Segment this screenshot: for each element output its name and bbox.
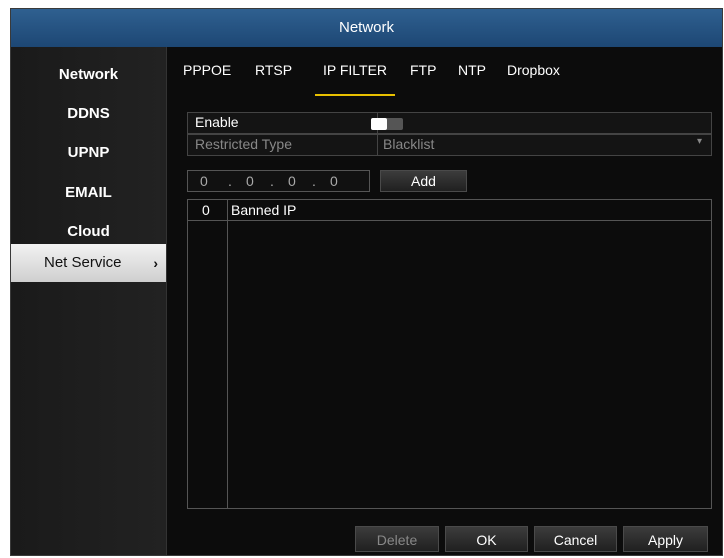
ip-octet-3[interactable]: 0: [288, 171, 296, 191]
tab-ip-filter[interactable]: IP FILTER: [315, 60, 395, 96]
restricted-type-select[interactable]: Blacklist: [383, 136, 434, 152]
tab-rtsp[interactable]: RTSP: [255, 60, 292, 94]
sidebar-item-net-service[interactable]: Net Service ›: [11, 244, 166, 282]
ip-address-input[interactable]: 0 . 0 . 0 . 0: [187, 170, 370, 192]
enable-label: Enable: [195, 114, 239, 130]
chevron-right-icon: ›: [153, 255, 158, 271]
banned-ip-table: 0 Banned IP: [187, 199, 712, 509]
apply-button[interactable]: Apply: [623, 526, 708, 552]
cancel-button[interactable]: Cancel: [534, 526, 617, 552]
window-title: Network: [11, 9, 722, 47]
banned-ip-header: Banned IP: [231, 202, 297, 218]
sidebar-item-ddns[interactable]: DDNS: [11, 95, 166, 133]
delete-button[interactable]: Delete: [355, 526, 439, 552]
ip-octet-2[interactable]: 0: [246, 171, 254, 191]
chevron-down-icon[interactable]: ▾: [697, 136, 702, 147]
sidebar-item-label: Net Service: [44, 254, 122, 271]
tab-dropbox[interactable]: Dropbox: [507, 60, 560, 94]
enable-toggle[interactable]: [371, 118, 403, 130]
sidebar-item-upnp[interactable]: UPNP: [11, 134, 166, 172]
table-header: 0 Banned IP: [188, 200, 711, 221]
ip-octet-4[interactable]: 0: [330, 171, 338, 191]
sidebar-item-email[interactable]: EMAIL: [11, 174, 166, 212]
toggle-knob: [371, 118, 387, 130]
ip-octet-1[interactable]: 0: [200, 171, 208, 191]
ok-button[interactable]: OK: [445, 526, 528, 552]
ip-dot-1: .: [228, 173, 232, 189]
tab-pppoe[interactable]: PPPOE: [183, 60, 231, 94]
column-divider: [227, 200, 228, 508]
add-button[interactable]: Add: [380, 170, 467, 192]
sidebar: Network DDNS UPNP EMAIL Cloud Net Servic…: [11, 47, 167, 555]
ip-dot-3: .: [312, 173, 316, 189]
restricted-type-label: Restricted Type: [195, 136, 293, 152]
tab-ftp[interactable]: FTP: [410, 60, 436, 94]
count-header: 0: [202, 202, 210, 218]
sidebar-item-network[interactable]: Network: [11, 56, 166, 94]
tab-ntp[interactable]: NTP: [458, 60, 486, 94]
enable-row: [187, 112, 712, 134]
ip-dot-2: .: [270, 173, 274, 189]
